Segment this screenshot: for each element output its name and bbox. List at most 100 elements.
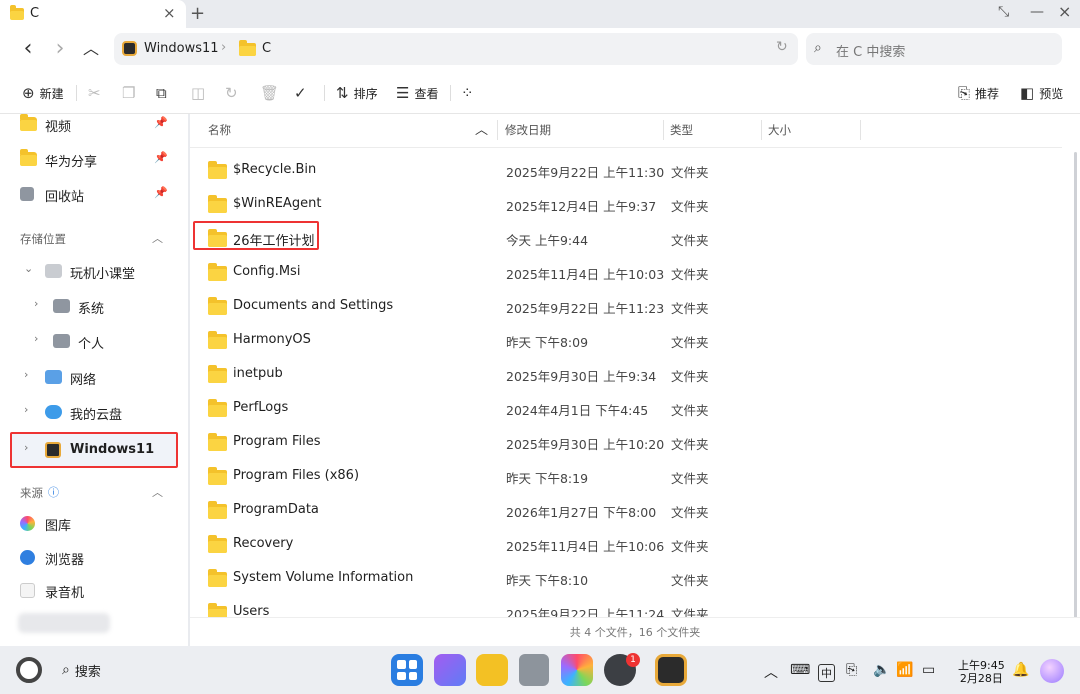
new-tab-button[interactable]: + bbox=[190, 3, 205, 24]
rename-button[interactable]: ◫ bbox=[191, 83, 205, 103]
taskbar-search-button[interactable]: ⌕ 搜索 bbox=[54, 658, 109, 682]
preview-button[interactable]: ◧ 预览 bbox=[1020, 83, 1063, 103]
tab-close-icon[interactable]: × bbox=[163, 4, 176, 22]
notification-bell-icon[interactable]: 🔔 bbox=[1012, 662, 1029, 678]
table-row[interactable]: Program Files (x86) 昨天 下午8:19 文件夹 bbox=[190, 458, 1062, 492]
sidebar-item-huawei-share[interactable]: 华为分享 📌 bbox=[0, 142, 188, 176]
pin-icon[interactable]: 📌 bbox=[154, 151, 168, 164]
table-row[interactable]: PerfLogs 2024年4月1日 下午4:45 文件夹 bbox=[190, 390, 1062, 424]
gallery-icon bbox=[20, 516, 35, 531]
vertical-scrollbar[interactable] bbox=[1074, 152, 1077, 620]
more-button[interactable]: ⁘ bbox=[461, 83, 474, 103]
file-type: 文件夹 bbox=[671, 335, 709, 350]
ime-indicator[interactable]: 中 bbox=[818, 664, 835, 682]
column-divider[interactable] bbox=[860, 120, 861, 140]
minimize-icon[interactable]: — bbox=[1030, 4, 1044, 20]
column-header-size[interactable]: 大小 bbox=[768, 122, 791, 138]
collapse-window-icon[interactable]: ⤡ bbox=[998, 4, 1009, 20]
pin-icon[interactable]: 📌 bbox=[154, 116, 168, 129]
info-icon[interactable]: ⓘ bbox=[48, 484, 59, 500]
table-row[interactable]: $WinREAgent 2025年12月4日 上午9:37 文件夹 bbox=[190, 186, 1062, 220]
column-header-name[interactable]: 名称 bbox=[208, 122, 231, 138]
chevron-right-icon[interactable]: › bbox=[24, 368, 28, 381]
sidebar-item-network[interactable]: › 网络 bbox=[0, 360, 188, 394]
file-manager-icon[interactable] bbox=[476, 654, 508, 686]
divider bbox=[450, 85, 451, 101]
wifi-icon[interactable]: 📶 bbox=[896, 662, 913, 678]
paste-icon: ⧉ bbox=[156, 84, 167, 102]
app-launcher-icon[interactable] bbox=[391, 654, 423, 686]
table-row[interactable]: Documents and Settings 2025年9月22日 上午11:23… bbox=[190, 288, 1062, 322]
notification-badge: 1 bbox=[626, 653, 640, 667]
column-divider[interactable] bbox=[761, 120, 762, 140]
column-header-type[interactable]: 类型 bbox=[670, 122, 693, 138]
recommend-button[interactable]: ⎘ 推荐 bbox=[958, 83, 999, 103]
gallery-icon[interactable] bbox=[561, 654, 593, 686]
file-name: inetpub bbox=[233, 366, 283, 381]
share-button[interactable]: ↻ bbox=[225, 83, 238, 103]
column-divider[interactable] bbox=[497, 120, 498, 140]
pin-icon[interactable]: 📌 bbox=[154, 186, 168, 199]
sidebar-item-windows11[interactable]: › Windows11 bbox=[0, 433, 188, 467]
column-header-modified[interactable]: 修改日期 bbox=[505, 122, 551, 138]
chevron-right-icon[interactable]: › bbox=[34, 297, 38, 310]
table-row[interactable]: System Volume Information 昨天 下午8:10 文件夹 bbox=[190, 560, 1062, 594]
start-button[interactable] bbox=[16, 657, 42, 683]
sidebar-item-recorder[interactable]: 录音机 bbox=[0, 573, 188, 607]
forward-button[interactable]: › bbox=[49, 38, 71, 60]
new-button[interactable]: ⊕ 新建 bbox=[22, 83, 64, 103]
chevron-up-icon[interactable]: ︿ bbox=[152, 230, 163, 246]
select-button[interactable]: ✓ bbox=[294, 83, 307, 103]
clock[interactable]: 上午9:45 2月28日 bbox=[958, 659, 1005, 685]
chevron-up-icon[interactable]: ︿ bbox=[764, 662, 778, 682]
table-row[interactable]: $Recycle.Bin 2025年9月22日 上午11:30 文件夹 bbox=[190, 152, 1062, 186]
table-row[interactable]: Config.Msi 2025年11月4日 上午10:03 文件夹 bbox=[190, 254, 1062, 288]
table-row[interactable]: ProgramData 2026年1月27日 下午8:00 文件夹 bbox=[190, 492, 1062, 526]
table-row[interactable]: Program Files 2025年9月30日 上午10:20 文件夹 bbox=[190, 424, 1062, 458]
cut-button[interactable]: ✂ bbox=[88, 83, 101, 103]
breadcrumb-current[interactable]: C bbox=[262, 41, 271, 56]
table-row[interactable]: inetpub 2025年9月30日 上午9:34 文件夹 bbox=[190, 356, 1062, 390]
sort-button[interactable]: ⇅ 排序 bbox=[336, 83, 378, 103]
chevron-up-icon[interactable]: ︿ bbox=[152, 484, 163, 500]
address-bar[interactable]: Windows11 › C ↻ bbox=[114, 33, 798, 65]
up-button[interactable]: ︿ bbox=[80, 38, 102, 60]
delete-button[interactable]: 🗑 bbox=[260, 83, 279, 103]
tab-c[interactable]: C × bbox=[0, 0, 186, 28]
sidebar-item-system[interactable]: › 系统 bbox=[0, 289, 188, 323]
paste-button[interactable]: ⧉ bbox=[156, 83, 167, 103]
sidebar-item-video[interactable]: 视频 📌 bbox=[0, 114, 188, 141]
sidebar-item-this-pc[interactable]: ⌄ 玩机小课堂 bbox=[0, 254, 188, 288]
close-window-icon[interactable]: × bbox=[1058, 2, 1071, 21]
avatar[interactable] bbox=[1040, 659, 1064, 683]
multitask-icon[interactable] bbox=[434, 654, 466, 686]
view-button[interactable]: ☰ 查看 bbox=[396, 83, 438, 103]
sidebar-item-gallery[interactable]: 图库 bbox=[0, 506, 188, 540]
recommend-icon[interactable]: ⎘ bbox=[846, 662, 857, 678]
sidebar-item-cloud[interactable]: › 我的云盘 bbox=[0, 395, 188, 429]
sidebar-item-recycle-bin[interactable]: 回收站 📌 bbox=[0, 177, 188, 211]
file-name: HarmonyOS bbox=[233, 332, 311, 347]
chevron-right-icon[interactable]: › bbox=[34, 332, 38, 345]
refresh-icon[interactable]: ↻ bbox=[776, 39, 788, 55]
back-button[interactable]: ‹ bbox=[17, 38, 39, 60]
breadcrumb-root[interactable]: Windows11 bbox=[144, 41, 219, 56]
chevron-down-icon[interactable]: ⌄ bbox=[24, 262, 33, 275]
search-input[interactable]: ⌕ 在 C 中搜索 bbox=[806, 33, 1062, 65]
battery-icon[interactable]: ▭ bbox=[922, 662, 935, 678]
sidebar-item-browser[interactable]: 浏览器 bbox=[0, 540, 188, 574]
header-divider bbox=[190, 147, 1062, 148]
table-row[interactable]: 26年工作计划 今天 上午9:44 文件夹 bbox=[190, 220, 1062, 254]
copy-button[interactable]: ❐ bbox=[122, 83, 135, 103]
table-row[interactable]: Recovery 2025年11月4日 上午10:06 文件夹 bbox=[190, 526, 1062, 560]
table-row[interactable]: HarmonyOS 昨天 下午8:09 文件夹 bbox=[190, 322, 1062, 356]
sidebar-item-personal[interactable]: › 个人 bbox=[0, 324, 188, 358]
sort-ascending-icon[interactable]: ︿ bbox=[475, 119, 488, 138]
volume-icon[interactable]: 🔈 bbox=[873, 662, 890, 678]
keyboard-icon[interactable]: ⌨ bbox=[790, 662, 810, 678]
recycle-bin-icon[interactable] bbox=[519, 654, 549, 686]
chevron-right-icon[interactable]: › bbox=[24, 441, 28, 454]
chevron-right-icon[interactable]: › bbox=[24, 403, 28, 416]
windows11-app-icon[interactable] bbox=[655, 654, 687, 686]
column-divider[interactable] bbox=[663, 120, 664, 140]
